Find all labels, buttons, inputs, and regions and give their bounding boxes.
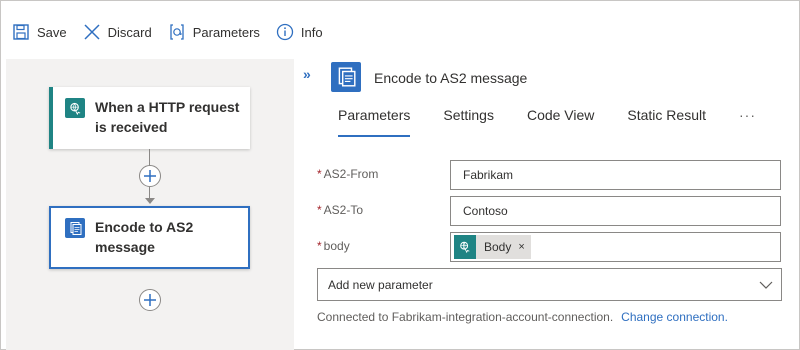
connection-text: Connected to Fabrikam-integration-accoun… xyxy=(317,310,614,324)
tab-settings[interactable]: Settings xyxy=(443,107,494,137)
body-row: * body Body × xyxy=(317,232,782,262)
trigger-card[interactable]: When a HTTP request is received xyxy=(49,87,250,149)
change-connection-link[interactable]: Change connection. xyxy=(621,310,728,324)
plus-icon xyxy=(144,294,156,306)
encode-document-icon xyxy=(331,62,361,92)
body-input[interactable]: Body × xyxy=(450,232,781,262)
action-card[interactable]: Encode to AS2 message xyxy=(49,206,250,269)
connection-info: Connected to Fabrikam-integration-accoun… xyxy=(317,310,728,324)
as2-to-row: * AS2-To Contoso xyxy=(317,196,782,226)
remove-token-icon[interactable]: × xyxy=(518,241,524,253)
parameters-button[interactable]: Parameters xyxy=(168,22,260,42)
as2-from-row: * AS2-From Fabrikam xyxy=(317,160,782,190)
tab-parameters[interactable]: Parameters xyxy=(338,107,411,137)
tab-code-view[interactable]: Code View xyxy=(527,107,594,137)
chevron-down-icon xyxy=(759,281,773,289)
save-icon xyxy=(12,23,30,41)
http-request-icon xyxy=(65,98,85,118)
insert-step-button[interactable] xyxy=(139,165,161,187)
parameters-icon xyxy=(168,23,186,41)
tab-static-result[interactable]: Static Result xyxy=(627,107,706,137)
designer-canvas: When a HTTP request is received Encode t… xyxy=(6,59,294,350)
collapse-panel-icon[interactable]: » xyxy=(303,67,319,81)
http-request-icon xyxy=(454,235,476,259)
toolbar: Save Discard Parameters Info xyxy=(0,0,800,56)
save-button[interactable]: Save xyxy=(12,22,67,42)
tab-bar: Parameters Settings Code View Static Res… xyxy=(338,107,756,137)
details-panel: » Encode to AS2 message Parameters Setti… xyxy=(295,59,800,350)
add-new-parameter-label: Add new parameter xyxy=(328,277,433,292)
add-new-parameter-dropdown[interactable]: Add new parameter xyxy=(317,268,782,301)
body-label: * body xyxy=(317,239,350,253)
body-token-label: Body xyxy=(484,240,512,254)
save-label: Save xyxy=(37,24,67,40)
as2-from-label: * AS2-From xyxy=(317,167,379,181)
discard-button[interactable]: Discard xyxy=(83,22,152,42)
close-icon xyxy=(83,23,101,41)
parameters-label: Parameters xyxy=(192,24,260,40)
action-title: Encode to AS2 message xyxy=(95,219,194,255)
panel-title: Encode to AS2 message xyxy=(374,70,528,86)
as2-to-input[interactable]: Contoso xyxy=(450,196,781,226)
required-marker: * xyxy=(317,203,322,217)
info-button[interactable]: Info xyxy=(276,22,323,42)
body-token[interactable]: Body × xyxy=(454,235,531,259)
arrow-down-icon xyxy=(145,198,155,204)
as2-from-input[interactable]: Fabrikam xyxy=(450,160,781,190)
trigger-title: When a HTTP request is received xyxy=(95,99,240,135)
encode-document-icon xyxy=(65,218,85,238)
info-icon xyxy=(276,23,294,41)
more-tabs-button[interactable]: ··· xyxy=(739,107,756,137)
as2-to-label: * AS2-To xyxy=(317,203,364,217)
required-marker: * xyxy=(317,167,322,181)
add-step-button[interactable] xyxy=(139,289,161,311)
discard-label: Discard xyxy=(107,24,152,40)
info-label: Info xyxy=(300,24,323,40)
plus-icon xyxy=(144,170,156,182)
required-marker: * xyxy=(317,239,322,253)
